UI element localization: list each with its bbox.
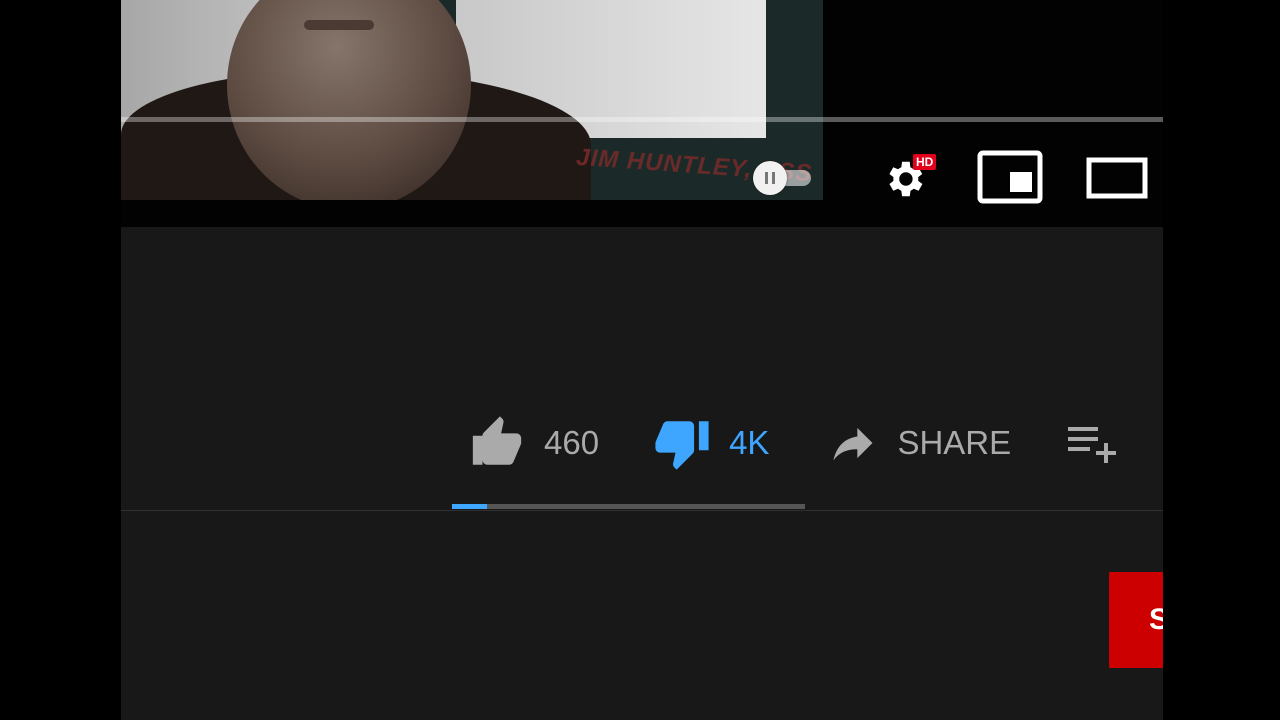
like-button[interactable]: 460 [466, 414, 599, 472]
video-frame: JIM HUNTLEY, USS [121, 0, 823, 200]
video-progress-bar[interactable] [121, 117, 1163, 122]
youtube-watch-frame: JIM HUNTLEY, USS HD 460 4K SHARE S [121, 0, 1163, 720]
save-to-playlist-button[interactable] [1066, 419, 1124, 467]
divider [121, 510, 1163, 511]
autoplay-toggle[interactable] [751, 160, 823, 195]
video-player[interactable]: JIM HUNTLEY, USS HD [121, 0, 1163, 227]
miniplayer-icon [977, 150, 1043, 204]
thumbs-down-icon [655, 421, 709, 470]
dislike-button[interactable]: 4K [651, 414, 769, 472]
settings-button[interactable]: HD [879, 150, 951, 206]
person-face [227, 0, 471, 200]
miniplayer-button[interactable] [973, 146, 1047, 208]
hd-badge: HD [913, 154, 937, 170]
sentiment-bar [452, 504, 805, 509]
theater-mode-button[interactable] [1079, 150, 1155, 206]
share-button[interactable]: SHARE [825, 417, 1011, 469]
share-arrow-icon [833, 427, 873, 461]
video-actions-bar: 460 4K SHARE [466, 410, 1124, 476]
share-label: SHARE [897, 424, 1012, 461]
theater-mode-icon [1086, 157, 1148, 199]
pause-icon [753, 161, 787, 195]
like-count: 460 [544, 424, 600, 461]
thumbs-up-icon [472, 416, 522, 465]
subscribe-button[interactable]: S [1109, 572, 1163, 668]
add-to-playlist-icon [1068, 427, 1117, 463]
dislike-count: 4K [729, 424, 770, 461]
sentiment-bar-fill [452, 504, 488, 509]
